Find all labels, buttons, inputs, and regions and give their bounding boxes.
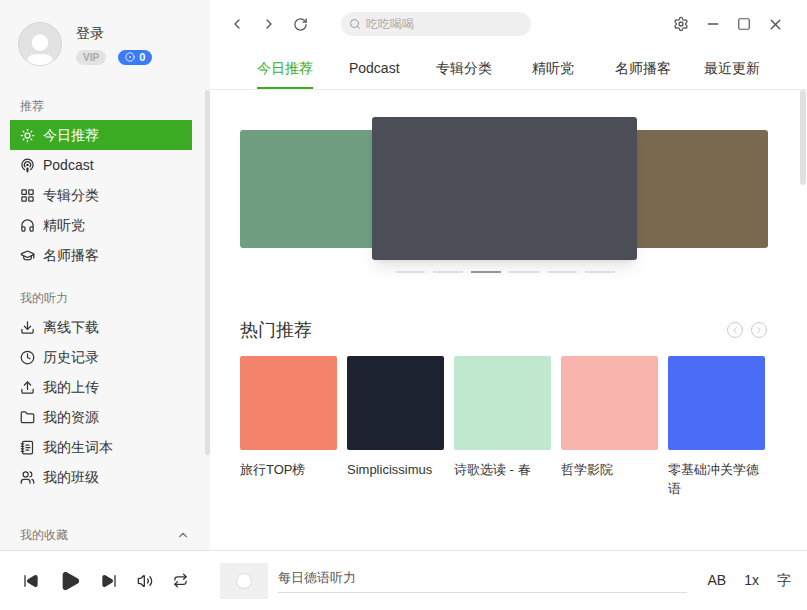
volume-icon[interactable]	[137, 573, 153, 589]
sidebar-item[interactable]: 历史记录	[10, 342, 192, 372]
main-scrollbar[interactable]	[800, 90, 806, 185]
tab[interactable]: 最近更新	[688, 58, 778, 89]
forward-icon[interactable]	[261, 16, 277, 32]
banner-carousel[interactable]	[240, 117, 769, 260]
carousel-dots	[240, 271, 769, 273]
sidebar-item-icon	[20, 440, 35, 455]
sidebar-item-icon	[20, 320, 35, 335]
next-arrow-icon[interactable]	[751, 322, 767, 338]
album-cover[interactable]	[240, 356, 337, 450]
tab[interactable]: 专辑分类	[419, 58, 509, 89]
album-list: 旅行TOP榜Simplicissimus诗歌选读 - 春哲学影院零基础冲关学德语	[240, 356, 777, 498]
section-title: 推荐	[0, 98, 210, 114]
album-cover[interactable]	[561, 356, 658, 450]
lyrics-button[interactable]: 字	[777, 570, 791, 591]
coin-icon	[125, 52, 135, 62]
maximize-icon[interactable]	[737, 17, 751, 31]
coin-badge[interactable]: 0	[118, 50, 152, 65]
prev-arrow-icon[interactable]	[727, 322, 743, 338]
tab[interactable]: 名师播客	[598, 58, 688, 89]
sidebar-scrollbar[interactable]	[205, 90, 210, 455]
album-card[interactable]: Simplicissimus	[347, 356, 444, 498]
ab-repeat-button[interactable]: AB	[708, 570, 727, 591]
album-card[interactable]: 零基础冲关学德语	[668, 356, 765, 498]
sidebar-item[interactable]: 我的资源	[10, 402, 192, 432]
sidebar-item[interactable]: 我的班级	[10, 462, 192, 492]
banner-slide[interactable]	[240, 130, 374, 248]
banner-slide[interactable]	[372, 117, 637, 260]
loop-icon[interactable]	[173, 573, 188, 588]
track-thumb[interactable]	[220, 563, 268, 599]
tab[interactable]: 今日推荐	[240, 58, 330, 89]
sidebar-item[interactable]: 我的生词本	[10, 432, 192, 462]
sidebar-item[interactable]: 离线下载	[10, 312, 192, 342]
carousel-dot[interactable]	[547, 271, 577, 273]
sidebar-item-icon	[20, 470, 35, 485]
search-field[interactable]: 吃吃喝喝	[341, 12, 531, 36]
user-panel[interactable]: 登录 VIP 0	[0, 0, 210, 66]
back-icon[interactable]	[229, 16, 245, 32]
album-cover[interactable]	[347, 356, 444, 450]
section-title: 我的听力	[0, 290, 210, 306]
carousel-dot[interactable]	[585, 271, 615, 273]
speed-button[interactable]: 1x	[744, 570, 759, 591]
sidebar-item[interactable]: Podcast	[10, 150, 192, 180]
previous-icon[interactable]	[23, 573, 39, 589]
play-icon[interactable]	[59, 570, 81, 592]
app-window: 登录VIP0推荐今日推荐Podcast专辑分类精听党名师播客我的听力离线下载历史…	[0, 0, 807, 610]
player-bar: 每日德语听力 AB 1x 字	[0, 550, 807, 610]
progress-bar[interactable]	[278, 592, 687, 593]
carousel-dot[interactable]	[395, 271, 425, 273]
refresh-icon[interactable]	[293, 17, 308, 32]
close-icon[interactable]	[767, 16, 784, 33]
sidebar-item-icon	[20, 350, 35, 365]
sidebar-item-icon	[20, 248, 35, 263]
sidebar-item-icon	[20, 128, 35, 143]
sidebar-item-icon	[20, 158, 35, 173]
album-card[interactable]: 诗歌选读 - 春	[454, 356, 551, 498]
tab[interactable]: Podcast	[330, 58, 420, 89]
sidebar-item[interactable]: 精听党	[10, 210, 192, 240]
section-header: 热门推荐	[240, 318, 769, 342]
album-cover[interactable]	[668, 356, 765, 450]
sidebar-item-icon	[20, 380, 35, 395]
top-bar: 吃吃喝喝	[210, 0, 807, 48]
vip-badge[interactable]: VIP	[76, 50, 106, 65]
main-panel: 吃吃喝喝今日推荐Podcast专辑分类精听党名师播客最近更新热门推荐旅行TOP榜…	[210, 0, 807, 550]
album-card[interactable]: 哲学影院	[561, 356, 658, 498]
login-link[interactable]: 登录	[76, 24, 152, 42]
sidebar-item[interactable]: 今日推荐	[10, 120, 192, 150]
sidebar-item[interactable]: 名师播客	[10, 240, 192, 270]
sidebar-item-icon	[20, 188, 35, 203]
sidebar-item-icon	[20, 410, 35, 425]
track-title: 每日德语听力	[278, 569, 687, 586]
track-info: 每日德语听力	[278, 569, 687, 593]
search-icon	[349, 18, 361, 30]
carousel-dot[interactable]	[471, 271, 501, 273]
settings-icon[interactable]	[673, 16, 689, 32]
carousel-dot[interactable]	[433, 271, 463, 273]
sidebar-section: 我的听力离线下载历史记录我的上传我的资源我的生词本我的班级	[0, 290, 210, 492]
sidebar-item[interactable]: 我的上传	[10, 372, 192, 402]
collapsible-header[interactable]: 我的收藏	[0, 526, 210, 544]
content: 热门推荐旅行TOP榜Simplicissimus诗歌选读 - 春哲学影院零基础冲…	[210, 90, 807, 550]
sidebar-item-icon	[20, 218, 35, 233]
chevron-up-icon[interactable]	[176, 528, 190, 542]
sidebar-item[interactable]: 专辑分类	[10, 180, 192, 210]
banner-slide[interactable]	[635, 130, 768, 248]
minimize-icon[interactable]	[705, 16, 721, 32]
avatar-icon[interactable]	[18, 22, 62, 66]
next-icon[interactable]	[101, 573, 117, 589]
album-cover[interactable]	[454, 356, 551, 450]
sidebar-section: 推荐今日推荐Podcast专辑分类精听党名师播客	[0, 98, 210, 270]
album-card[interactable]: 旅行TOP榜	[240, 356, 337, 498]
tab-bar: 今日推荐Podcast专辑分类精听党名师播客最近更新	[210, 48, 807, 90]
sidebar: 登录 VIP 0 推荐今日推荐Podcast专辑分类精听党名师播客我的听力离线下载历史…	[0, 0, 210, 550]
tab[interactable]: 精听党	[509, 58, 599, 89]
carousel-dot[interactable]	[509, 271, 539, 273]
